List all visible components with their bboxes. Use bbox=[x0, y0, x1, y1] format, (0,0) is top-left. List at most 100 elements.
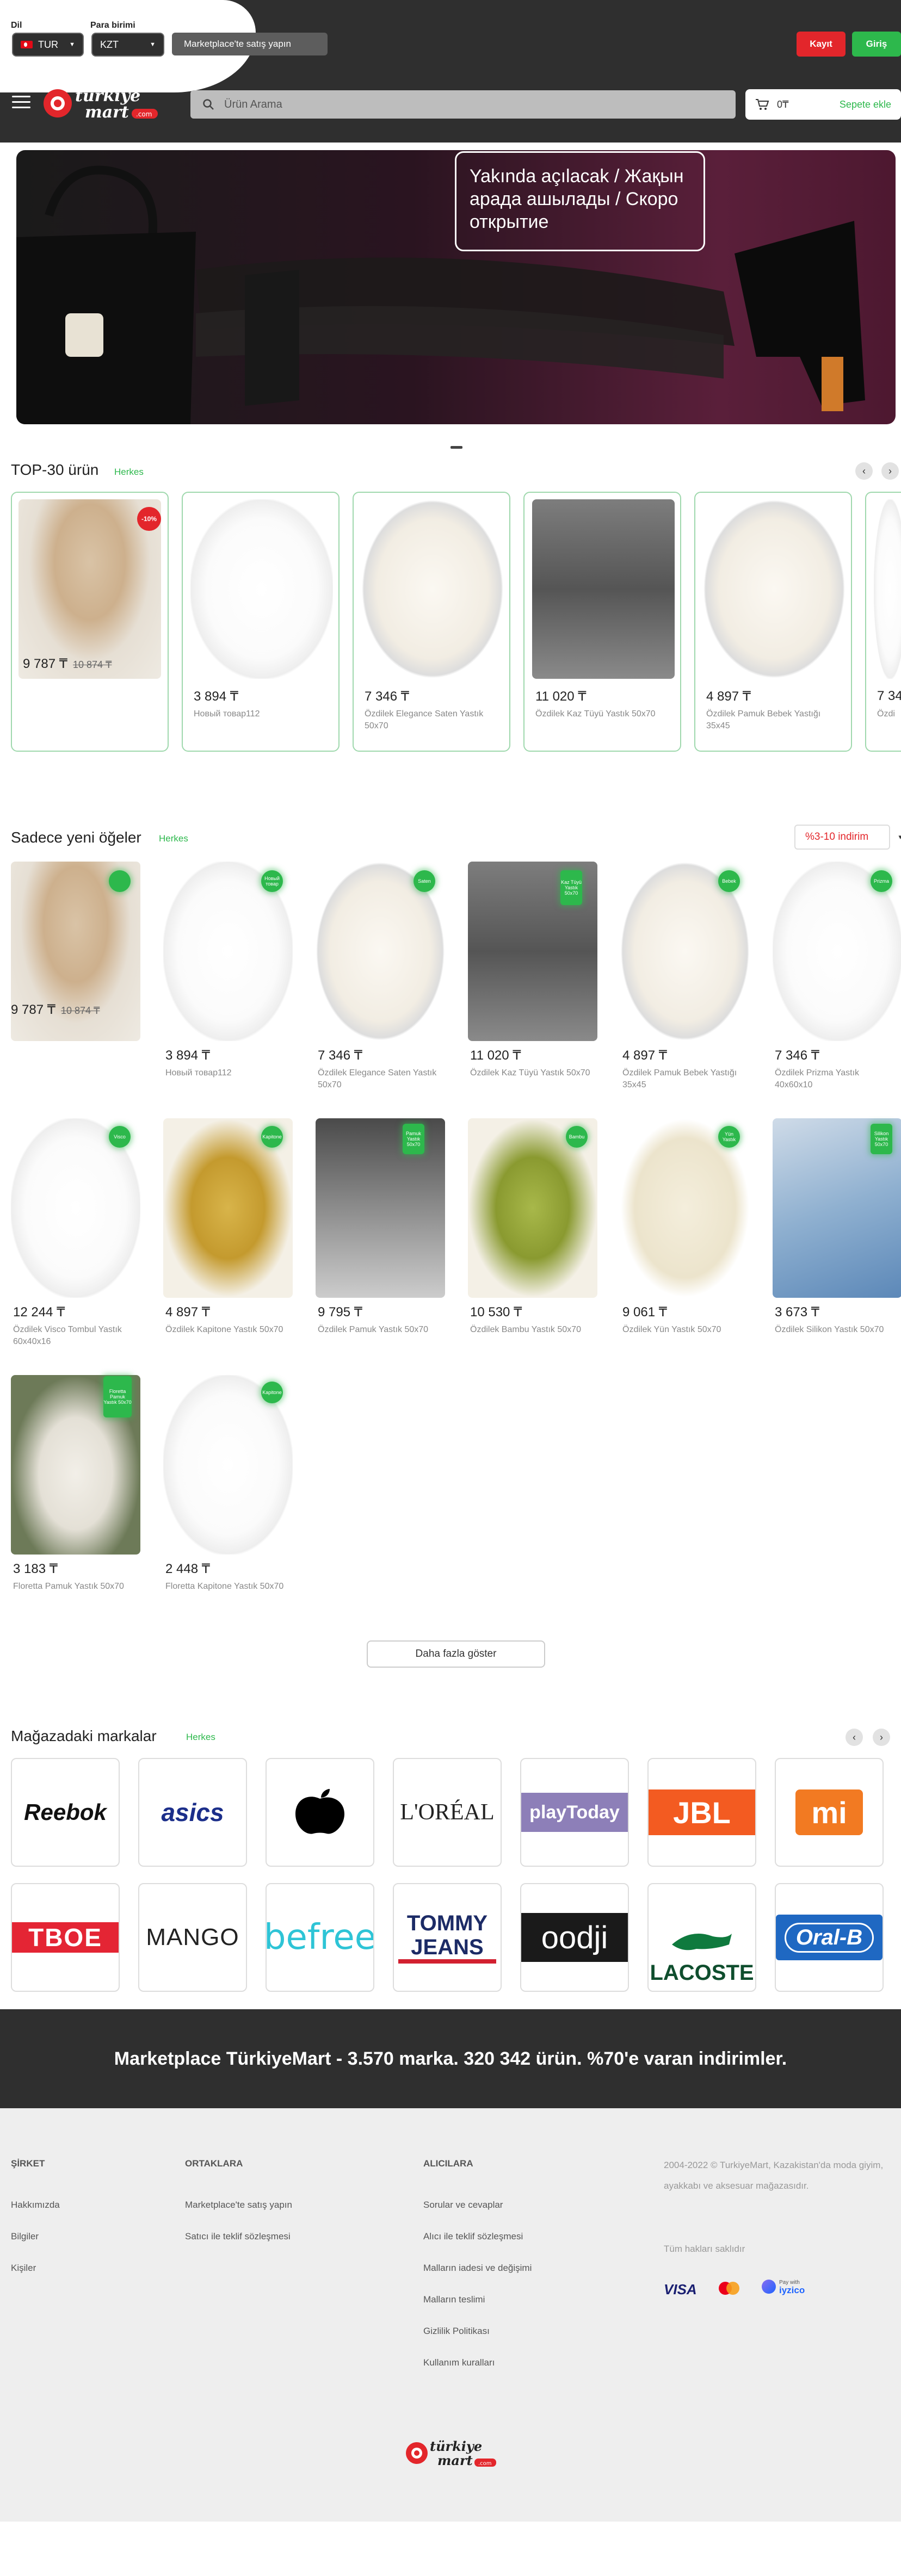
show-more-button[interactable]: Daha fazla göster bbox=[367, 1640, 545, 1668]
brand-apple[interactable] bbox=[266, 1758, 374, 1867]
product-name: Özdilek Visco Tombul Yastık 60x40x16 bbox=[13, 1325, 122, 1346]
product-card[interactable]: 7 346 ₸ Özdilek Elegance Saten Yastık 50… bbox=[353, 492, 510, 752]
footer-partners-title: ORTAKLARA bbox=[185, 2158, 243, 2169]
top30-next-arrow-icon[interactable]: › bbox=[881, 462, 899, 480]
product-card[interactable]: 11 020 ₸ Özdilek Kaz Tüyü Yastık 50x70 bbox=[523, 492, 681, 752]
old-price: 10 874 ₸ bbox=[61, 1005, 100, 1016]
product-card[interactable]: 3 894 ₸ Новый товар112 bbox=[182, 492, 340, 752]
product-price: 7 346 ₸ bbox=[775, 1048, 819, 1063]
product-image[interactable] bbox=[316, 1118, 445, 1298]
footer-link[interactable]: Gizlilik Politikası bbox=[423, 2326, 490, 2337]
hero-banner[interactable]: Yakında açılacak / Жақын арада ашылады /… bbox=[16, 150, 896, 424]
new-badge: Floretta Pamuk Yastık 50x70 bbox=[103, 1376, 132, 1417]
new-items-all-link[interactable]: Herkes bbox=[159, 833, 188, 844]
product-price: 4 897 ₸ bbox=[706, 689, 751, 704]
menu-icon[interactable] bbox=[12, 96, 30, 110]
brand-xiaomi[interactable]: mi bbox=[775, 1758, 884, 1867]
brand-befree[interactable]: befree bbox=[266, 1883, 374, 1992]
visa-icon: VISA bbox=[664, 2281, 697, 2298]
top30-prev-arrow-icon[interactable]: ‹ bbox=[855, 462, 873, 480]
product-name: Özdilek Bambu Yastık 50x70 bbox=[470, 1325, 581, 1334]
new-badge: Pamuk Yastık 50x70 bbox=[403, 1124, 424, 1154]
new-badge: Bambu bbox=[566, 1126, 588, 1148]
product-name: Özdi bbox=[877, 709, 895, 719]
brands-all-link[interactable]: Herkes bbox=[186, 1732, 215, 1743]
new-badge: Yün Yastık bbox=[718, 1126, 740, 1148]
top30-all-link[interactable]: Herkes bbox=[114, 467, 144, 478]
new-badge: Kaz Tüyü Yastık 50x70 bbox=[560, 870, 582, 905]
product-card[interactable]: 4 897 ₸ Özdilek Pamuk Bebek Yastığı 35x4… bbox=[694, 492, 852, 752]
brand-reebok[interactable]: Reebok bbox=[11, 1758, 120, 1867]
footer-link[interactable]: Hakkımızda bbox=[11, 2200, 60, 2210]
promo-banner: Marketplace TürkiyeMart - 3.570 marka. 3… bbox=[0, 2009, 901, 2108]
currency-value: KZT bbox=[100, 39, 119, 50]
footer-link[interactable]: Alıcı ile teklif sözleşmesi bbox=[423, 2231, 523, 2242]
product-price: 2 448 ₸ bbox=[165, 1562, 210, 1576]
product-price: 11 020 ₸ bbox=[535, 689, 587, 704]
cart-add-link[interactable]: Sepete ekle bbox=[840, 99, 891, 110]
logo-bottom-text: mart bbox=[85, 103, 129, 122]
new-badge: Silikon Yastık 50x70 bbox=[871, 1124, 892, 1154]
brand-loreal[interactable]: L'ORÉAL bbox=[393, 1758, 502, 1867]
cart-amount: 0₸ bbox=[777, 98, 789, 110]
footer-link[interactable]: Malların teslimi bbox=[423, 2294, 485, 2305]
product-name: Новый товар112 bbox=[165, 1068, 232, 1078]
product-price: 3 894 ₸ bbox=[165, 1048, 210, 1063]
brand-oodji[interactable]: oodji bbox=[520, 1883, 629, 1992]
search-input[interactable]: Ürün Arama bbox=[224, 98, 282, 111]
footer-link[interactable]: Kişiler bbox=[11, 2263, 36, 2274]
product-price: 10 530 ₸ bbox=[470, 1305, 522, 1320]
product-name: Özdilek Kapitone Yastık 50x70 bbox=[165, 1325, 283, 1334]
brands-prev-arrow-icon[interactable]: ‹ bbox=[846, 1729, 863, 1746]
svg-text:.com: .com bbox=[478, 2461, 492, 2467]
product-card[interactable]: 7 34 Özdi bbox=[865, 492, 901, 752]
iyzico-icon: Pay with iyzico bbox=[762, 2279, 805, 2295]
chevron-down-icon: ▼ bbox=[69, 41, 75, 48]
currency-select[interactable]: KZT ▼ bbox=[91, 33, 164, 57]
product-name: Özdilek Pamuk Yastık 50x70 bbox=[318, 1325, 429, 1334]
brand-jbl[interactable]: JBL bbox=[647, 1758, 756, 1867]
top-bar: Dil Para birimi TUR ▼ KZT ▼ Marketplace'… bbox=[0, 0, 901, 143]
brand-playtoday[interactable]: playToday bbox=[520, 1758, 629, 1867]
product-price: 7 34 bbox=[877, 689, 901, 703]
footer-link[interactable]: Sorular ve cevaplar bbox=[423, 2200, 503, 2210]
brand-mango[interactable]: MANGO bbox=[138, 1883, 247, 1992]
new-items-title: Sadece yeni öğeler bbox=[11, 829, 141, 846]
product-price: 7 346 ₸ bbox=[318, 1048, 362, 1063]
login-button[interactable]: Giriş bbox=[852, 32, 901, 57]
new-badge bbox=[109, 870, 131, 892]
brand-tommy-jeans[interactable]: TOMMY JEANS bbox=[393, 1883, 502, 1992]
brand-lacoste[interactable]: LACOSTE bbox=[647, 1883, 756, 1992]
product-name: Özdilek Elegance Saten Yastık 50x70 bbox=[365, 709, 484, 730]
product-price: 12 244 ₸ bbox=[13, 1305, 65, 1320]
brand-tboe[interactable]: TBOE bbox=[11, 1883, 120, 1992]
cart-widget[interactable]: 0₸ Sepete ekle bbox=[745, 89, 901, 120]
footer-link[interactable]: Satıcı ile teklif sözleşmesi bbox=[185, 2231, 291, 2242]
product-name: Özdilek Pamuk Bebek Yastığı 35x45 bbox=[622, 1068, 737, 1089]
footer-link[interactable]: Kullanım kuralları bbox=[423, 2357, 495, 2368]
search-bar[interactable]: Ürün Arama bbox=[190, 90, 736, 119]
language-select[interactable]: TUR ▼ bbox=[12, 33, 84, 57]
brand-asics[interactable]: asics bbox=[138, 1758, 247, 1867]
logo[interactable]: türkiye mart .com bbox=[41, 85, 172, 122]
carousel-indicator[interactable] bbox=[450, 446, 462, 449]
product-card[interactable]: -10% 9 787 ₸ 10 874 ₸ bbox=[11, 492, 169, 752]
register-button[interactable]: Kayıt bbox=[797, 32, 846, 57]
footer-link[interactable]: Bilgiler bbox=[11, 2231, 39, 2242]
language-value: TUR bbox=[38, 39, 58, 50]
new-badge: Kapitone bbox=[261, 1126, 283, 1148]
footer-link[interactable]: Marketplace'te satış yapın bbox=[185, 2200, 292, 2210]
footer-logo[interactable]: türkiye mart .com bbox=[404, 2437, 507, 2472]
product-name: Floretta Pamuk Yastık 50x70 bbox=[13, 1582, 124, 1591]
footer-link[interactable]: Malların iadesi ve değişimi bbox=[423, 2263, 532, 2274]
chevron-down-icon: ▼ bbox=[150, 41, 156, 48]
brands-next-arrow-icon[interactable]: › bbox=[873, 1729, 890, 1746]
logo-tag-text: .com bbox=[136, 110, 152, 118]
footer-rights-text: Tüm hakları saklıdır bbox=[664, 2244, 745, 2254]
brand-oralb[interactable]: Oral-B bbox=[775, 1883, 884, 1992]
product-price: 9 787 ₸ 10 874 ₸ bbox=[23, 657, 112, 671]
discount-badge: -10% bbox=[137, 507, 161, 531]
discount-filter-select[interactable]: %3-10 indirim ▾ bbox=[794, 825, 901, 850]
sell-on-marketplace-button[interactable]: Marketplace'te satış yapın bbox=[172, 33, 328, 55]
currency-label: Para birimi bbox=[90, 21, 135, 30]
